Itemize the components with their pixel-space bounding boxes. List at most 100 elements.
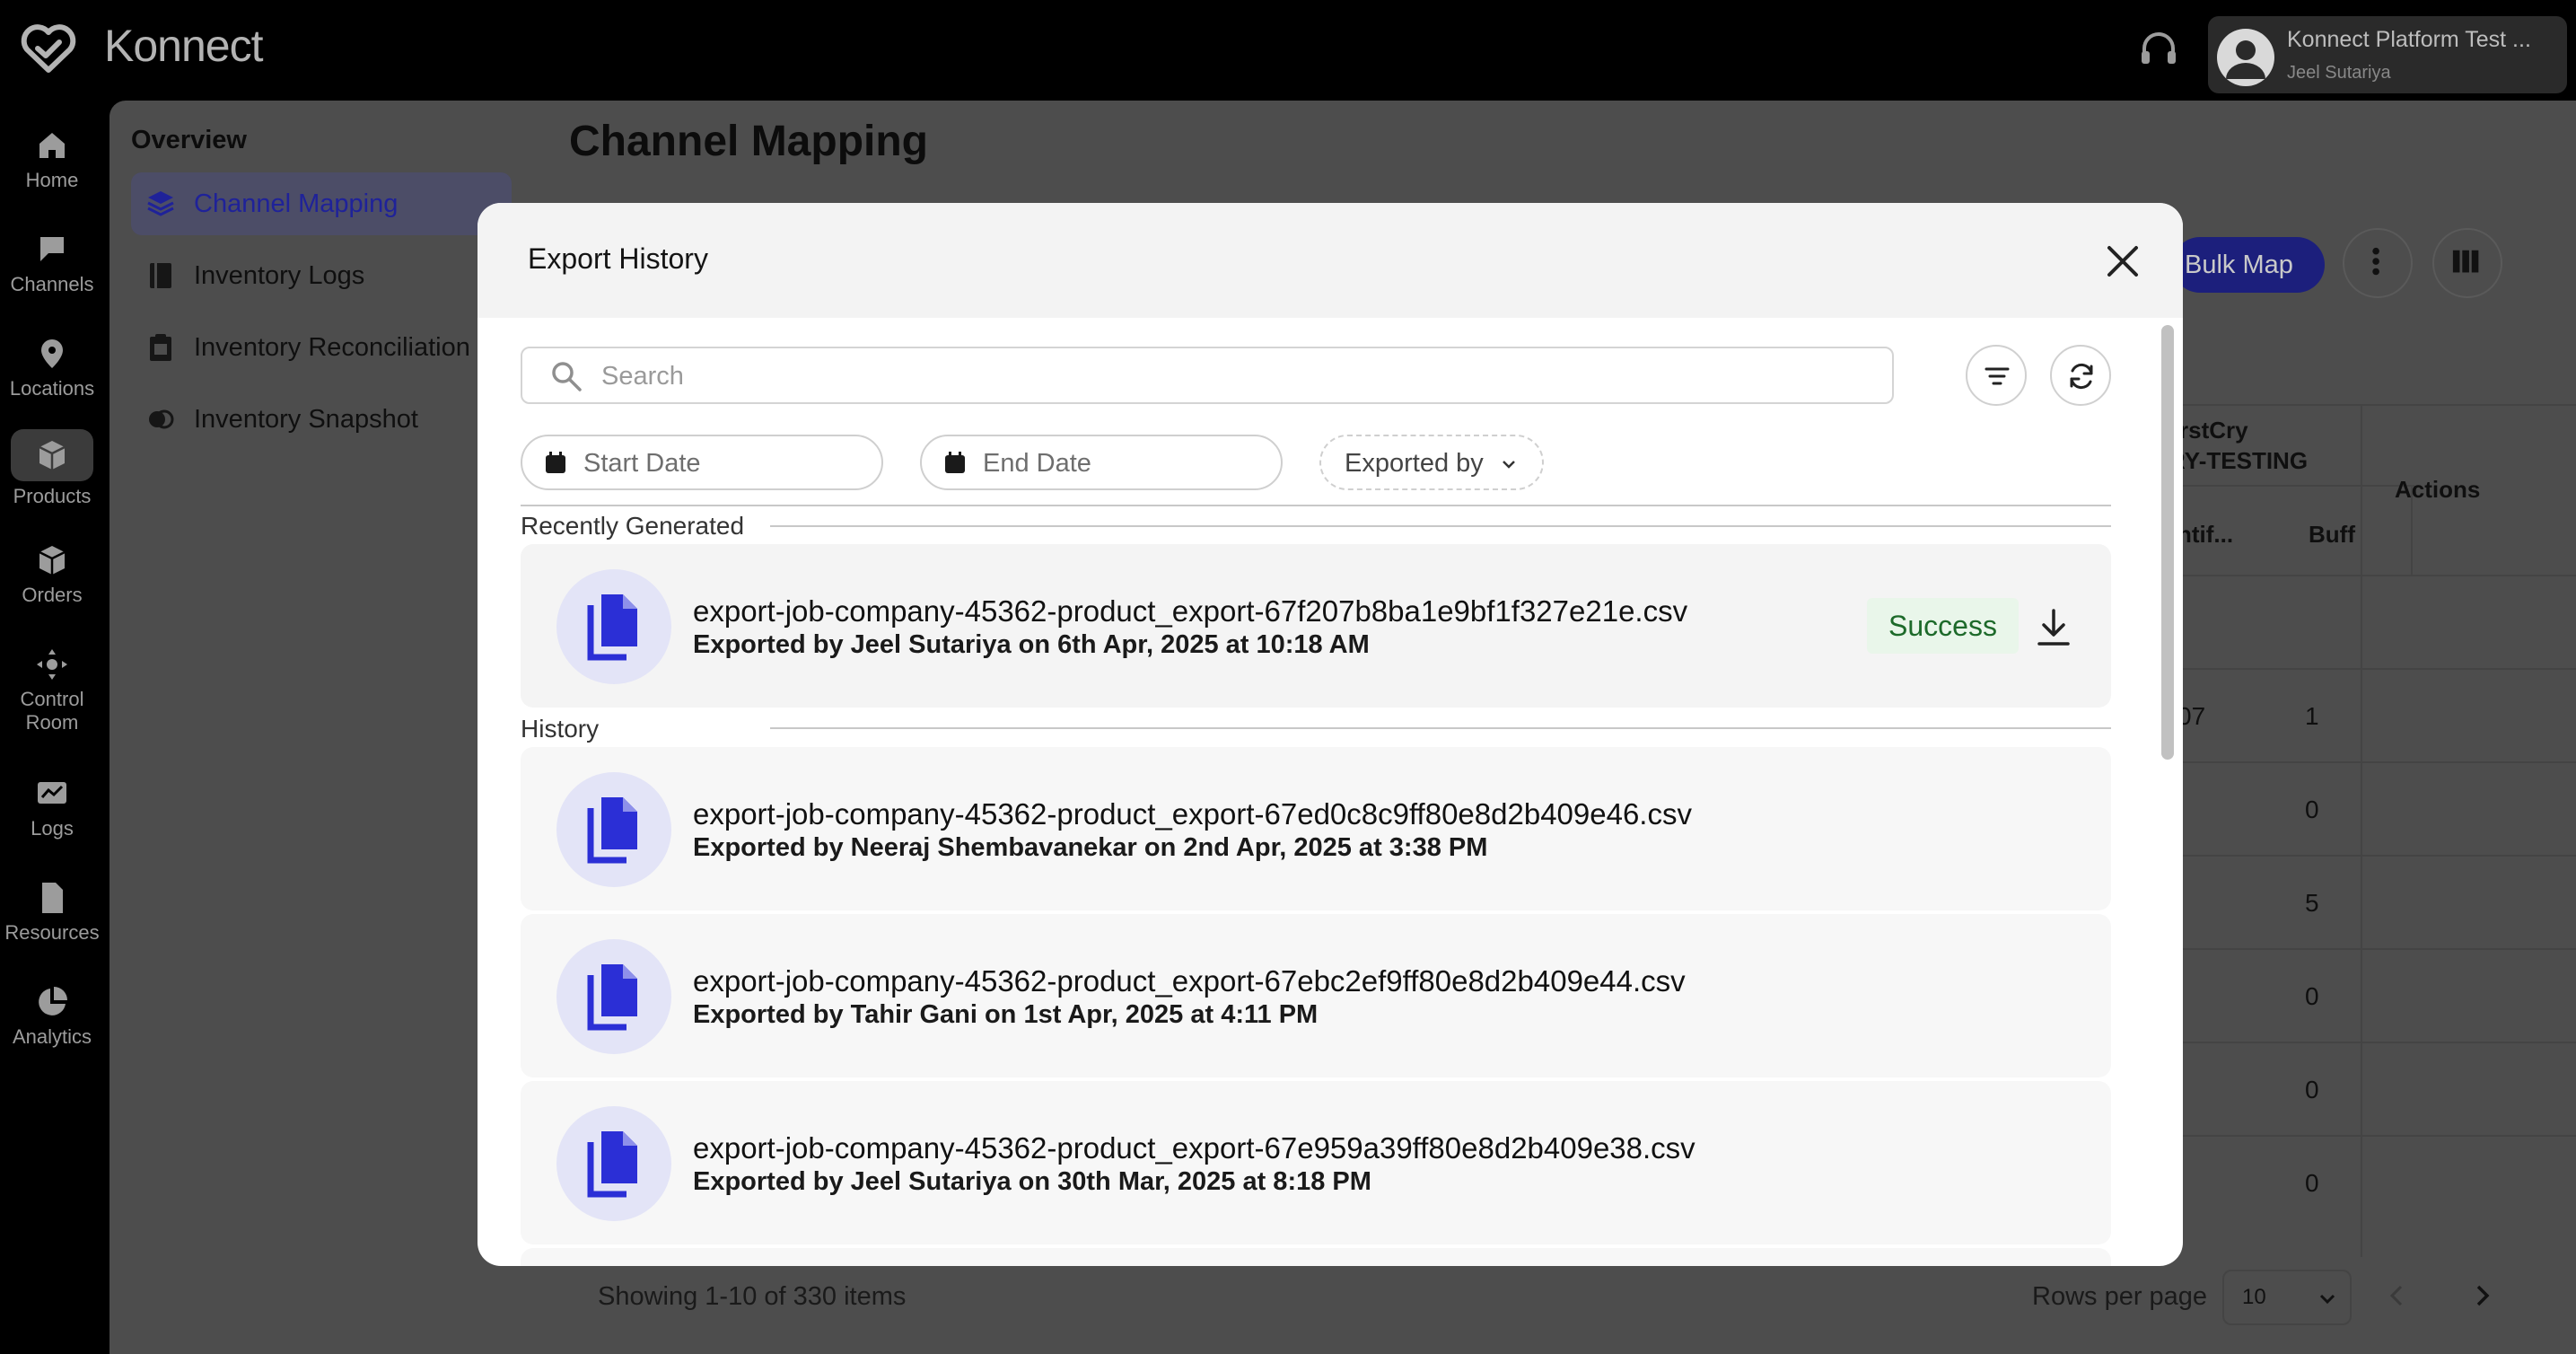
search-field: [521, 347, 1894, 404]
table-divider: [2172, 1042, 2576, 1043]
column-header-channel: rstCry: [2179, 417, 2248, 444]
refresh-button[interactable]: [2050, 345, 2111, 406]
table-divider: [2172, 668, 2576, 670]
nav-channels[interactable]: Channels: [0, 232, 104, 296]
more-options-button[interactable]: [2343, 228, 2413, 298]
book-icon: [150, 263, 171, 288]
table-divider: [2172, 485, 2414, 487]
nav-logs-label: Logs: [31, 817, 74, 840]
table-cell: 1: [2305, 702, 2319, 730]
refresh-icon: [2070, 363, 2093, 390]
calendar-icon: [546, 452, 565, 473]
table-cell: 0: [2305, 796, 2319, 823]
status-badge: Success: [1867, 598, 2019, 654]
nav-control-label: Control: [20, 688, 84, 710]
box-icon: [39, 546, 66, 575]
nav-resources-label: Resources: [4, 921, 100, 944]
columns-icon: [2452, 250, 2479, 273]
table-divider: [2172, 404, 2576, 406]
columns-button[interactable]: [2432, 228, 2502, 298]
export-file-name: export-job-company-45362-product_export-…: [693, 964, 1686, 998]
nav-home[interactable]: Home: [0, 127, 104, 192]
export-file-name: export-job-company-45362-product_export-…: [693, 594, 1688, 628]
chevron-down-icon: [1503, 461, 1515, 469]
table-divider: [2172, 1135, 2576, 1137]
search-input[interactable]: [601, 359, 1858, 393]
table-divider: [2172, 948, 2576, 950]
start-date-field[interactable]: Start Date: [521, 435, 883, 490]
subnav-item-inventory-logs[interactable]: Inventory Logs: [131, 244, 512, 307]
account-menu[interactable]: Konnect Platform Test ... Jeel Sutariya: [2208, 16, 2567, 93]
logs-icon: [38, 782, 66, 804]
subnav-label: Channel Mapping: [194, 189, 399, 218]
history-export-card: [521, 1248, 2111, 1266]
modal-title: Export History: [528, 242, 708, 275]
section-divider: [770, 727, 2111, 729]
subnav-item-inventory-reconciliation[interactable]: Inventory Reconciliation: [131, 316, 512, 379]
close-icon[interactable]: [2100, 239, 2145, 284]
search-icon: [552, 362, 582, 391]
file-copy-icon: [587, 1131, 637, 1198]
export-history-modal: Export History Start Date End Date Expor…: [478, 203, 2183, 1266]
column-header-buffer: Buff: [2309, 521, 2355, 548]
file-copy-icon: [587, 594, 637, 661]
nav-room-label: Room: [25, 711, 79, 734]
headset-icon[interactable]: [2136, 27, 2181, 72]
export-meta: Exported by Tahir Gani on 1st Apr, 2025 …: [693, 1000, 1319, 1029]
end-date-label: End Date: [983, 449, 1091, 478]
nav-locations[interactable]: Locations: [0, 336, 104, 400]
subnav-label: Inventory Reconciliation: [194, 332, 470, 362]
file-avatar: [556, 772, 671, 887]
nav-channels-label: Channels: [10, 273, 94, 295]
table-divider: [2361, 404, 2362, 1257]
document-icon: [42, 883, 63, 913]
column-header-channel-sub: RY-TESTING: [2169, 447, 2309, 474]
export-file-name: export-job-company-45362-product_export-…: [693, 797, 1692, 831]
subnav-item-inventory-snapshot[interactable]: Inventory Snapshot: [131, 388, 512, 451]
rows-per-page-select[interactable]: 10: [2222, 1270, 2352, 1325]
snapshot-icon: [149, 409, 174, 429]
export-file-name: export-job-company-45362-product_export-…: [693, 1131, 1695, 1165]
table-cell: 0: [2305, 1169, 2319, 1197]
rows-per-page-label: Rows per page: [2032, 1282, 2208, 1311]
bulk-map-button[interactable]: Bulk Map: [2172, 237, 2325, 293]
nav-resources[interactable]: Resources: [0, 880, 104, 945]
column-header-actions: Actions: [2395, 476, 2481, 503]
nav-products[interactable]: Products: [0, 429, 104, 508]
page-title: Channel Mapping: [569, 118, 928, 165]
pie-chart-icon: [39, 987, 67, 1016]
nav-control-room[interactable]: Control Room: [0, 646, 104, 734]
table-divider: [2172, 855, 2576, 857]
control-room-icon: [37, 649, 67, 680]
calendar-icon: [945, 452, 965, 473]
next-page-icon[interactable]: [2468, 1282, 2495, 1309]
subnav-label: Inventory Snapshot: [194, 404, 418, 434]
table-cell: 5: [2305, 889, 2319, 917]
filter-button[interactable]: [1966, 345, 2027, 406]
clipboard-icon: [150, 334, 171, 361]
nav-orders[interactable]: Orders: [0, 542, 104, 607]
nav-analytics[interactable]: Analytics: [0, 984, 104, 1049]
history-export-card: export-job-company-45362-product_export-…: [521, 1081, 2111, 1244]
exported-by-label: Exported by: [1345, 449, 1484, 478]
history-export-card: export-job-company-45362-product_export-…: [521, 914, 2111, 1077]
rows-per-page-value: 10: [2242, 1285, 2266, 1309]
nav-products-label: Products: [13, 485, 92, 507]
user-icon: [2226, 40, 2265, 79]
nav-logs[interactable]: Logs: [0, 776, 104, 840]
konnect-logo-icon: [21, 24, 76, 73]
end-date-field[interactable]: End Date: [920, 435, 1283, 490]
exported-by-filter[interactable]: Exported by: [1319, 435, 1544, 490]
previous-page-icon[interactable]: [2384, 1282, 2411, 1309]
history-label: History: [521, 715, 616, 743]
download-icon[interactable]: [2034, 607, 2073, 648]
flag-icon: [40, 237, 64, 261]
subnav-item-channel-mapping[interactable]: Channel Mapping: [131, 172, 512, 235]
section-divider: [521, 505, 2111, 506]
table-divider: [2172, 575, 2576, 576]
chevron-down-icon: [2319, 1294, 2335, 1305]
file-avatar: [556, 569, 671, 684]
modal-scrollbar[interactable]: [2161, 325, 2174, 760]
nav-home-label: Home: [25, 169, 79, 191]
table-cell: 0: [2305, 982, 2319, 1010]
